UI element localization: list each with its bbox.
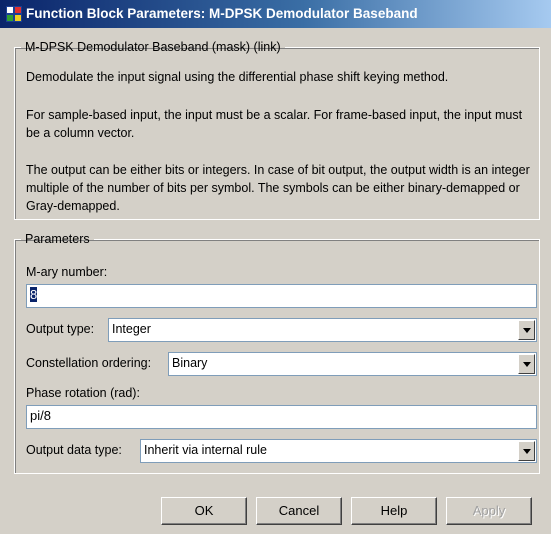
title-bar[interactable]: Function Block Parameters: M-DPSK Demodu… xyxy=(0,0,551,28)
phase-rotation-label: Phase rotation (rad): xyxy=(26,386,140,400)
description-paragraph-2: For sample-based input, the input must b… xyxy=(26,108,523,140)
phase-rotation-value: pi/8 xyxy=(30,408,51,423)
simulink-block-icon xyxy=(6,6,22,22)
phase-rotation-input[interactable]: pi/8 xyxy=(26,405,537,429)
mary-number-input[interactable]: 8 xyxy=(26,284,537,308)
output-data-type-label: Output data type: xyxy=(26,443,122,457)
constellation-ordering-label: Constellation ordering: xyxy=(26,356,152,370)
output-type-label: Output type: xyxy=(26,322,95,336)
output-data-type-dropdown[interactable]: Inherit via internal rule xyxy=(140,439,537,463)
mary-number-label: M-ary number: xyxy=(26,265,108,279)
constellation-ordering-value: Binary xyxy=(172,356,208,370)
window-title: Function Block Parameters: M-DPSK Demodu… xyxy=(26,6,418,21)
description-paragraph-1: Demodulate the input signal using the di… xyxy=(26,70,449,84)
chevron-down-icon[interactable] xyxy=(518,441,535,461)
dialog-window: Function Block Parameters: M-DPSK Demodu… xyxy=(0,0,551,534)
constellation-ordering-dropdown[interactable]: Binary xyxy=(168,352,537,376)
output-type-dropdown[interactable]: Integer xyxy=(108,318,537,342)
help-button[interactable]: Help xyxy=(351,497,437,525)
parameters-group-title: Parameters xyxy=(25,232,90,246)
description-paragraph-3: The output can be either bits or integer… xyxy=(26,163,530,213)
chevron-down-icon[interactable] xyxy=(518,354,535,374)
mary-number-value: 8 xyxy=(30,287,38,302)
apply-button[interactable]: Apply xyxy=(446,497,532,525)
output-type-value: Integer xyxy=(112,322,151,336)
output-data-type-value: Inherit via internal rule xyxy=(144,443,267,457)
ok-button[interactable]: OK xyxy=(161,497,247,525)
mask-group-title: M-DPSK Demodulator Baseband (mask) (link… xyxy=(25,40,281,54)
cancel-button[interactable]: Cancel xyxy=(256,497,342,525)
chevron-down-icon[interactable] xyxy=(518,320,535,340)
